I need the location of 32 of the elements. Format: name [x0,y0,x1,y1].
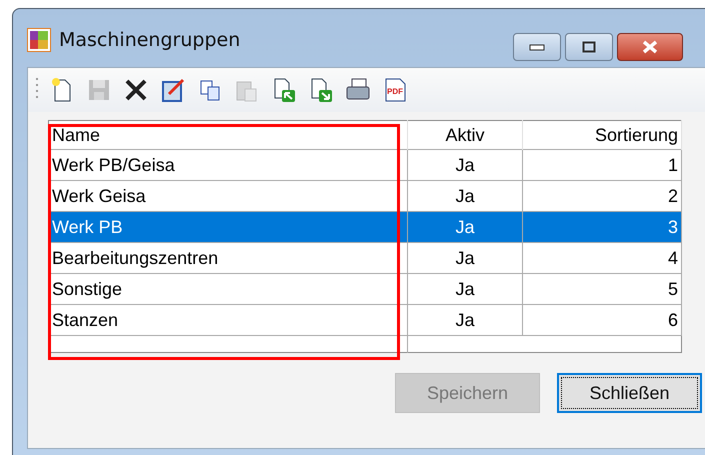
table-cell: Ja [408,304,522,336]
maximize-icon [582,41,596,53]
table-row[interactable]: Werk PB/Geisa Ja 1 [48,150,682,180]
edit-icon[interactable] [159,76,187,104]
table-cell: 6 [522,304,682,336]
table-cell: 4 [522,242,682,274]
dialog-button[interactable]: Schließen [557,373,702,413]
close-button[interactable] [617,33,683,61]
table-cell: Ja [408,274,522,304]
table-row[interactable]: Werk PB Ja 3 [48,212,682,242]
table-cell: Ja [408,242,522,274]
table-cell: Bearbeitungszentren [48,242,408,274]
table-row[interactable]: Stanzen Ja 6 [48,304,682,336]
table-cell: Ja [408,150,522,180]
table-row[interactable]: Bearbeitungszentren Ja 4 [48,242,682,274]
close-icon [641,40,659,54]
table-cell: Sonstige [48,274,408,304]
table-cell: Werk PB/Geisa [48,150,408,180]
column-header[interactable]: Aktiv [408,120,522,150]
table-cell: 1 [522,150,682,180]
table-row[interactable]: Sonstige Ja 5 [48,274,682,304]
window-title: Maschinengruppen [59,29,240,51]
app-icon [27,28,51,52]
table-cell: Werk PB [48,212,408,242]
maximize-button[interactable] [565,33,613,61]
minimize-button[interactable] [513,33,561,61]
table-cell: 5 [522,274,682,304]
table-cell: Stanzen [48,304,408,336]
table-cell: 3 [522,212,682,242]
table-cell: Ja [408,212,522,242]
column-header[interactable]: Sortierung [522,120,682,150]
minimize-icon [529,43,545,51]
